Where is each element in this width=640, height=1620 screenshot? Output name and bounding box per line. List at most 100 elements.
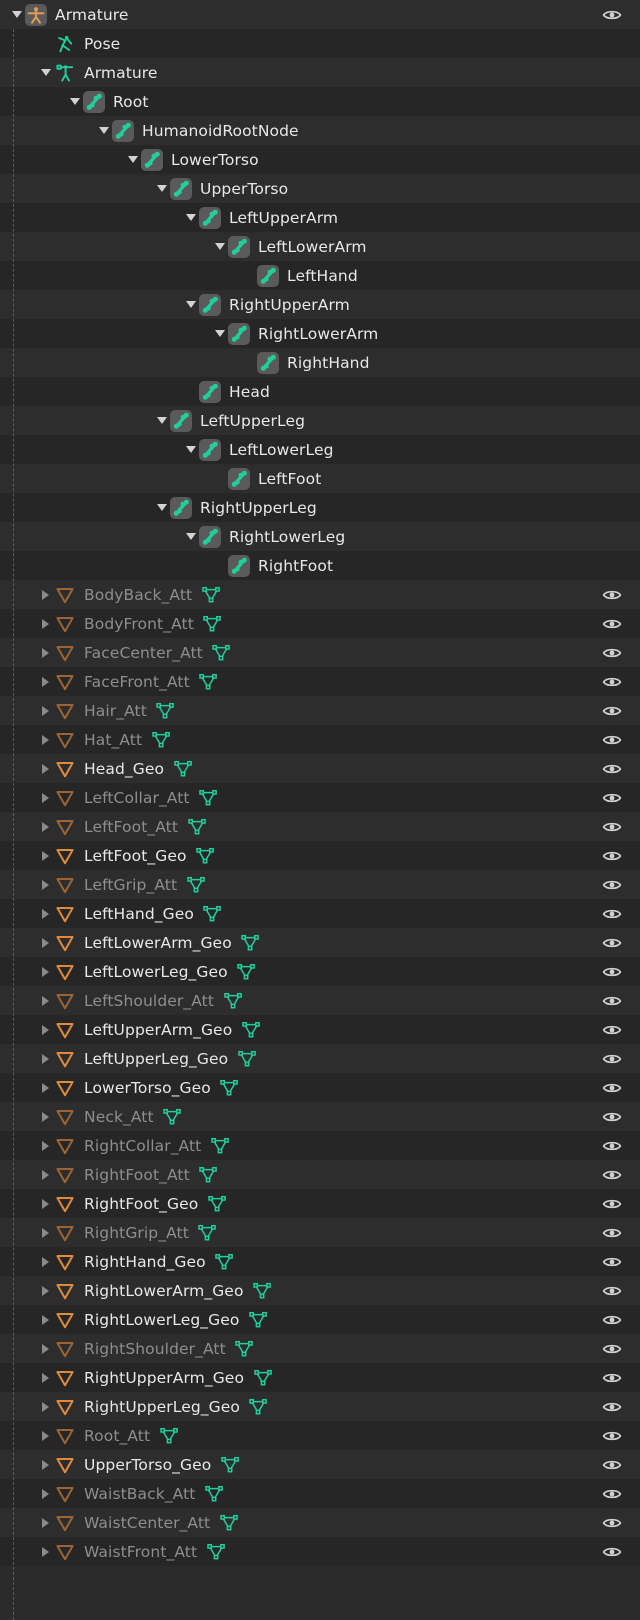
mesh-data-slot[interactable] — [241, 1019, 263, 1041]
outliner-row[interactable]: RightHand — [0, 348, 640, 377]
mesh-data-slot[interactable] — [156, 700, 178, 722]
visibility-toggle[interactable] — [602, 783, 624, 812]
mesh-data-slot[interactable] — [237, 961, 259, 983]
outliner-row[interactable]: FaceFront_Att — [0, 667, 640, 696]
row-label[interactable]: LeftLowerLeg — [224, 441, 343, 459]
row-label[interactable]: RightFoot_Geo — [79, 1195, 207, 1213]
outliner-row[interactable]: RightUpperArm — [0, 290, 640, 319]
row-label[interactable]: RightHand — [282, 354, 379, 372]
visibility-toggle[interactable] — [602, 0, 624, 29]
row-label[interactable]: RightUpperLeg — [195, 499, 326, 517]
visibility-toggle[interactable] — [602, 1508, 624, 1537]
visibility-toggle[interactable] — [602, 1537, 624, 1566]
chevron-right-icon[interactable] — [37, 1392, 54, 1421]
row-label[interactable]: LeftFoot — [253, 470, 330, 488]
visibility-toggle[interactable] — [602, 1160, 624, 1189]
outliner-row[interactable]: Armature — [0, 58, 640, 87]
row-label[interactable]: LowerTorso — [166, 151, 268, 169]
chevron-right-icon[interactable] — [37, 1276, 54, 1305]
visibility-toggle[interactable] — [602, 957, 624, 986]
chevron-right-icon[interactable] — [37, 1160, 54, 1189]
visibility-toggle[interactable] — [602, 1189, 624, 1218]
mesh-data-slot[interactable] — [237, 1048, 259, 1070]
visibility-toggle[interactable] — [602, 1479, 624, 1508]
row-label[interactable]: RightUpperLeg_Geo — [79, 1398, 249, 1416]
row-label[interactable]: RightLowerArm_Geo — [79, 1282, 253, 1300]
outliner-row[interactable]: HumanoidRootNode — [0, 116, 640, 145]
outliner-row[interactable]: RightCollar_Att — [0, 1131, 640, 1160]
row-label[interactable]: RightFoot — [253, 557, 342, 575]
mesh-data-slot[interactable] — [199, 1164, 221, 1186]
row-label[interactable]: Pose — [79, 35, 129, 53]
row-label[interactable]: WaistBack_Att — [79, 1485, 204, 1503]
chevron-down-icon[interactable] — [182, 203, 199, 232]
visibility-toggle[interactable] — [602, 754, 624, 783]
outliner-row[interactable]: Pose — [0, 29, 640, 58]
chevron-right-icon[interactable] — [37, 899, 54, 928]
outliner-row[interactable]: FaceCenter_Att — [0, 638, 640, 667]
visibility-toggle[interactable] — [602, 1044, 624, 1073]
outliner-row[interactable]: Head — [0, 377, 640, 406]
row-label[interactable]: LeftLowerArm — [253, 238, 376, 256]
chevron-down-icon[interactable] — [8, 0, 25, 29]
chevron-right-icon[interactable] — [37, 1131, 54, 1160]
row-label[interactable]: RightGrip_Att — [79, 1224, 198, 1242]
chevron-right-icon[interactable] — [37, 957, 54, 986]
chevron-right-icon[interactable] — [37, 1189, 54, 1218]
outliner-row[interactable]: Root — [0, 87, 640, 116]
chevron-right-icon[interactable] — [37, 1334, 54, 1363]
chevron-down-icon[interactable] — [153, 493, 170, 522]
row-label[interactable]: LeftHand — [282, 267, 367, 285]
row-label[interactable]: BodyFront_Att — [79, 615, 203, 633]
outliner-row[interactable]: Head_Geo — [0, 754, 640, 783]
outliner-row[interactable]: LeftLowerLeg_Geo — [0, 957, 640, 986]
chevron-right-icon[interactable] — [37, 1421, 54, 1450]
outliner-row[interactable]: LeftFoot_Geo — [0, 841, 640, 870]
outliner-row[interactable]: LeftLowerLeg — [0, 435, 640, 464]
outliner-row[interactable]: LeftLowerArm_Geo — [0, 928, 640, 957]
row-label[interactable]: LeftCollar_Att — [79, 789, 199, 807]
mesh-data-slot[interactable] — [220, 1454, 242, 1476]
mesh-data-slot[interactable] — [215, 1251, 237, 1273]
row-label[interactable]: Head_Geo — [79, 760, 173, 778]
mesh-data-slot[interactable] — [204, 1483, 226, 1505]
outliner-row[interactable]: LeftUpperLeg — [0, 406, 640, 435]
row-label[interactable]: LeftUpperArm — [224, 209, 347, 227]
row-label[interactable]: LeftFoot_Geo — [79, 847, 196, 865]
outliner-row[interactable]: LowerTorso — [0, 145, 640, 174]
row-label[interactable]: RightLowerLeg_Geo — [79, 1311, 248, 1329]
row-label[interactable]: RightCollar_Att — [79, 1137, 210, 1155]
chevron-right-icon[interactable] — [37, 696, 54, 725]
outliner-row[interactable]: RightUpperArm_Geo — [0, 1363, 640, 1392]
mesh-data-slot[interactable] — [198, 1222, 220, 1244]
row-label[interactable]: Hat_Att — [79, 731, 151, 749]
chevron-down-icon[interactable] — [211, 319, 228, 348]
visibility-toggle[interactable] — [602, 1102, 624, 1131]
mesh-data-slot[interactable] — [151, 729, 173, 751]
outliner-row[interactable]: LeftUpperArm_Geo — [0, 1015, 640, 1044]
visibility-toggle[interactable] — [602, 609, 624, 638]
visibility-toggle[interactable] — [602, 1392, 624, 1421]
outliner-row[interactable]: RightLowerLeg — [0, 522, 640, 551]
mesh-data-slot[interactable] — [201, 584, 223, 606]
outliner-row[interactable]: Armature — [0, 0, 640, 29]
mesh-data-slot[interactable] — [187, 816, 209, 838]
chevron-right-icon[interactable] — [37, 1044, 54, 1073]
chevron-right-icon[interactable] — [37, 870, 54, 899]
row-label[interactable]: RightUpperArm — [224, 296, 359, 314]
mesh-data-slot[interactable] — [203, 613, 225, 635]
mesh-data-slot[interactable] — [223, 990, 245, 1012]
row-label[interactable]: LeftGrip_Att — [79, 876, 186, 894]
mesh-data-slot[interactable] — [207, 1193, 229, 1215]
visibility-toggle[interactable] — [602, 1247, 624, 1276]
chevron-right-icon[interactable] — [37, 1073, 54, 1102]
chevron-right-icon[interactable] — [37, 986, 54, 1015]
row-label[interactable]: LeftUpperLeg_Geo — [79, 1050, 237, 1068]
mesh-data-slot[interactable] — [212, 642, 234, 664]
chevron-down-icon[interactable] — [182, 522, 199, 551]
chevron-down-icon[interactable] — [37, 58, 54, 87]
row-label[interactable]: LeftHand_Geo — [79, 905, 203, 923]
outliner-row[interactable]: LeftFoot — [0, 464, 640, 493]
outliner-row[interactable]: LeftUpperArm — [0, 203, 640, 232]
chevron-right-icon[interactable] — [37, 1363, 54, 1392]
